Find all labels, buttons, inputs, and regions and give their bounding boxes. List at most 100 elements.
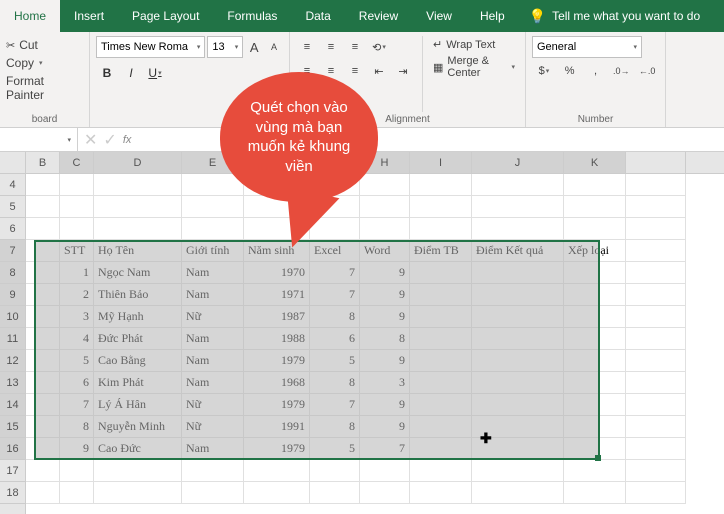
cell[interactable] xyxy=(410,218,472,240)
cell[interactable]: Nữ xyxy=(182,416,244,438)
cell[interactable] xyxy=(244,460,310,482)
shrink-font-button[interactable]: A xyxy=(265,36,283,58)
cell[interactable] xyxy=(26,394,60,416)
italic-button[interactable]: I xyxy=(120,62,142,84)
row-header[interactable]: 11 xyxy=(0,328,25,350)
row-header[interactable]: 14 xyxy=(0,394,25,416)
cell[interactable] xyxy=(472,372,564,394)
col-header[interactable]: B xyxy=(26,152,60,173)
copy-button[interactable]: Copy▾ xyxy=(6,54,83,72)
col-header[interactable]: J xyxy=(472,152,564,173)
cell[interactable] xyxy=(410,306,472,328)
cell[interactable] xyxy=(626,218,686,240)
row-header[interactable]: 13 xyxy=(0,372,25,394)
cell[interactable] xyxy=(26,350,60,372)
cell[interactable]: 8 xyxy=(310,372,360,394)
cell[interactable] xyxy=(626,460,686,482)
cell[interactable] xyxy=(626,196,686,218)
merge-center-button[interactable]: ▦Merge & Center▾ xyxy=(429,53,519,81)
cell[interactable] xyxy=(564,394,626,416)
row-header[interactable]: 15 xyxy=(0,416,25,438)
cell[interactable]: 8 xyxy=(60,416,94,438)
cell[interactable]: 1991 xyxy=(244,416,310,438)
col-header[interactable]: D xyxy=(94,152,182,173)
cell[interactable]: 1970 xyxy=(244,262,310,284)
cell[interactable]: Nam xyxy=(182,284,244,306)
cell[interactable] xyxy=(26,460,60,482)
cell[interactable] xyxy=(472,174,564,196)
cell[interactable] xyxy=(626,438,686,460)
cell[interactable] xyxy=(410,372,472,394)
cell[interactable] xyxy=(472,394,564,416)
cell[interactable] xyxy=(564,460,626,482)
enter-icon[interactable]: ✓ xyxy=(103,130,116,150)
cell[interactable] xyxy=(244,482,310,504)
cell[interactable] xyxy=(410,174,472,196)
cell[interactable] xyxy=(26,262,60,284)
cell[interactable] xyxy=(472,196,564,218)
row-header[interactable]: 17 xyxy=(0,460,25,482)
cell[interactable] xyxy=(626,394,686,416)
cell[interactable] xyxy=(564,306,626,328)
cell[interactable] xyxy=(60,460,94,482)
row-header[interactable]: 16 xyxy=(0,438,25,460)
cell[interactable] xyxy=(94,218,182,240)
cell[interactable] xyxy=(26,416,60,438)
cell[interactable]: Nam xyxy=(182,350,244,372)
cell[interactable] xyxy=(360,482,410,504)
cell[interactable] xyxy=(410,262,472,284)
cancel-icon[interactable]: ✕ xyxy=(84,130,97,150)
cell[interactable] xyxy=(564,284,626,306)
cell[interactable]: 9 xyxy=(360,262,410,284)
cell[interactable]: 9 xyxy=(360,416,410,438)
cell[interactable] xyxy=(310,482,360,504)
cell[interactable]: Nam xyxy=(182,438,244,460)
tab-formulas[interactable]: Formulas xyxy=(213,0,291,32)
cell[interactable]: Nam xyxy=(182,372,244,394)
cell[interactable]: Nữ xyxy=(182,394,244,416)
cell[interactable] xyxy=(626,350,686,372)
row-header[interactable]: 6 xyxy=(0,218,25,240)
cell[interactable]: Cao Đức xyxy=(94,438,182,460)
cell[interactable] xyxy=(360,460,410,482)
cell[interactable]: 5 xyxy=(310,438,360,460)
tab-review[interactable]: Review xyxy=(345,0,412,32)
tab-help[interactable]: Help xyxy=(466,0,519,32)
row-header[interactable]: 18 xyxy=(0,482,25,504)
cell[interactable] xyxy=(182,460,244,482)
cell[interactable]: 9 xyxy=(60,438,94,460)
row-header[interactable]: 5 xyxy=(0,196,25,218)
cell[interactable] xyxy=(626,328,686,350)
cell[interactable] xyxy=(472,218,564,240)
cell[interactable]: Nguyễn Minh xyxy=(94,416,182,438)
cell[interactable] xyxy=(26,438,60,460)
font-size-select[interactable]: 13▾ xyxy=(207,36,243,58)
align-top-button[interactable]: ≡ xyxy=(296,36,318,58)
currency-button[interactable]: $▾ xyxy=(532,60,556,82)
col-header[interactable] xyxy=(626,152,686,173)
cell[interactable]: 3 xyxy=(360,372,410,394)
cell[interactable] xyxy=(60,174,94,196)
cell[interactable]: Điểm TB xyxy=(410,240,472,262)
cell[interactable] xyxy=(472,284,564,306)
cell[interactable]: 5 xyxy=(310,350,360,372)
cell[interactable]: 8 xyxy=(310,416,360,438)
cell[interactable] xyxy=(564,218,626,240)
cell[interactable]: Thiên Bảo xyxy=(94,284,182,306)
cell[interactable]: 9 xyxy=(360,284,410,306)
cell[interactable] xyxy=(410,482,472,504)
cell[interactable]: Họ Tên xyxy=(94,240,182,262)
tab-view[interactable]: View xyxy=(412,0,466,32)
cell[interactable] xyxy=(626,372,686,394)
cell[interactable] xyxy=(60,482,94,504)
cell[interactable]: Xếp loại xyxy=(564,240,626,262)
cell[interactable] xyxy=(564,482,626,504)
cell[interactable]: 7 xyxy=(310,262,360,284)
cell[interactable]: Ngọc Nam xyxy=(94,262,182,284)
cell[interactable]: 5 xyxy=(60,350,94,372)
cell[interactable] xyxy=(26,306,60,328)
cell[interactable]: Lý Á Hân xyxy=(94,394,182,416)
col-header[interactable]: C xyxy=(60,152,94,173)
cell[interactable]: Nam xyxy=(182,328,244,350)
cell[interactable] xyxy=(564,372,626,394)
